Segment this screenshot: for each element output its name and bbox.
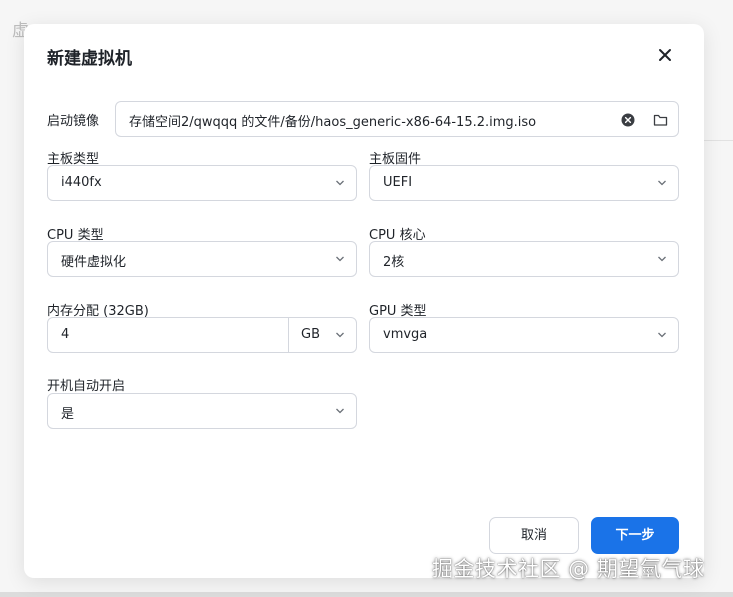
chevron-down-icon [336,256,344,262]
chevron-down-icon [336,408,344,414]
background-bottom-bar [0,592,733,597]
background-divider [700,140,733,141]
chevron-down-icon [658,256,666,262]
boot-image-value: 存储空间2/qwqqq 的文件/备份/haos_generic-x86-64-1… [129,115,537,130]
close-icon [659,49,671,61]
memory-unit-divider [288,318,289,352]
memory-input[interactable]: 4 [61,327,69,342]
cancel-button[interactable]: 取消 [489,517,579,554]
chevron-down-icon [336,332,344,338]
cpu-type-value: 硬件虚拟化 [61,255,127,270]
memory-unit-select[interactable]: GB [301,327,320,342]
clear-icon[interactable] [621,112,635,131]
new-vm-dialog: 新建虚拟机 启动镜像 存储空间2/qwqqq 的文件/备份/haos_gener… [24,24,704,578]
cpu-cores-value: 2核 [383,255,405,270]
folder-icon[interactable] [653,112,668,131]
boot-image-label: 启动镜像 [47,114,100,129]
autostart-select[interactable]: 是 [47,393,357,429]
chevron-down-icon [658,180,666,186]
watermark-text: 掘金技术社区 @ 期望氫气球 [432,557,705,581]
motherboard-type-value: i440fx [61,175,102,190]
gpu-type-value: vmvga [383,327,428,342]
close-button[interactable] [654,44,676,66]
chevron-down-icon [336,180,344,186]
chevron-down-icon [658,332,666,338]
autostart-label: 开机自动开启 [47,379,126,394]
motherboard-firmware-select[interactable]: UEFI [369,165,679,201]
gpu-type-select[interactable]: vmvga [369,317,679,353]
next-button[interactable]: 下一步 [591,517,679,554]
cpu-cores-select[interactable]: 2核 [369,241,679,277]
autostart-value: 是 [61,407,75,422]
motherboard-type-select[interactable]: i440fx [47,165,357,201]
boot-image-field[interactable]: 存储空间2/qwqqq 的文件/备份/haos_generic-x86-64-1… [115,101,679,137]
cpu-type-select[interactable]: 硬件虚拟化 [47,241,357,277]
motherboard-firmware-value: UEFI [383,175,413,190]
dialog-title: 新建虚拟机 [47,49,132,69]
memory-field: 4 GB [47,317,357,353]
